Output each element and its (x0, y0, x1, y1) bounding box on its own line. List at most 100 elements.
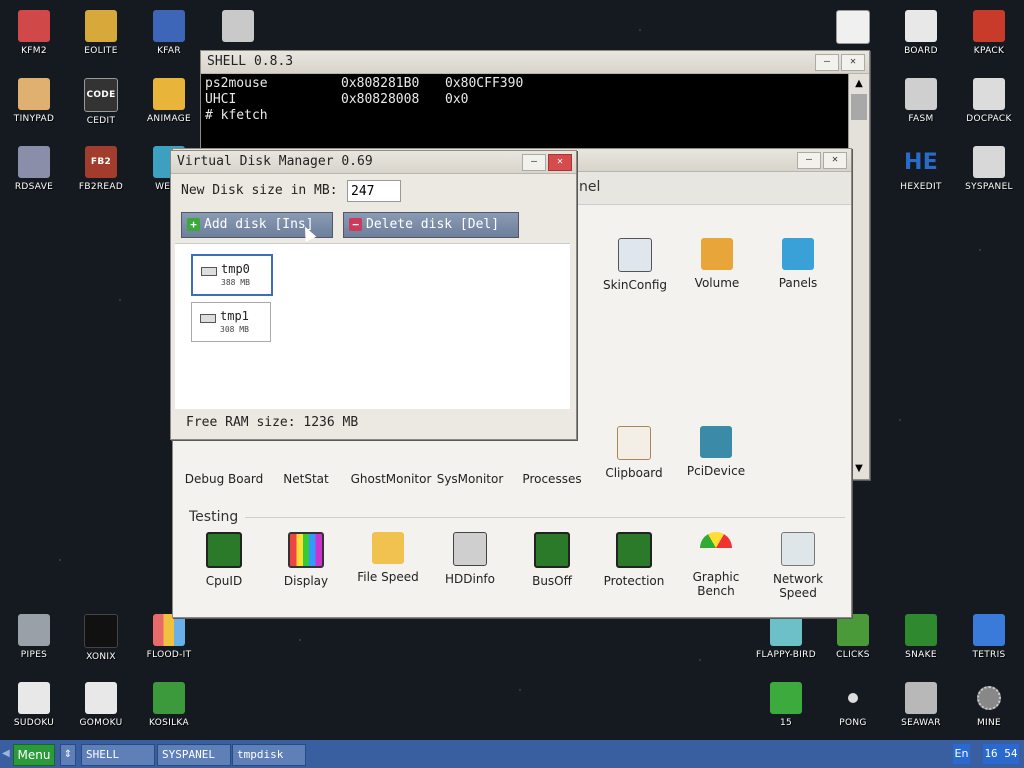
pipes-icon (18, 614, 50, 646)
syspanel-item-hddinfo[interactable]: HDDinfo (430, 532, 510, 586)
hammer-icon (973, 10, 1005, 42)
display-icon (288, 532, 324, 568)
bird-icon (770, 614, 802, 646)
syspanel-item-busoff[interactable]: BusOff (512, 532, 592, 588)
desktop-icon-tetris[interactable]: TETRIS (955, 614, 1023, 660)
scroll-down-icon[interactable]: ▼ (849, 459, 869, 479)
desktop-icon-eolite[interactable]: EOLITE (67, 10, 135, 56)
sudoku-icon (18, 682, 50, 714)
syspanel-item-ghostmonitor[interactable]: GhostMonitor (349, 434, 433, 486)
task-button-shell[interactable]: SHELL (81, 744, 155, 766)
syspanel-item-skinconfig[interactable]: SkinConfig (595, 238, 675, 292)
desktop-icon-kosilka[interactable]: KOSILKA (135, 682, 203, 728)
close-button[interactable]: ✕ (823, 152, 847, 169)
syspanel-item-cpuid[interactable]: CpuID (184, 532, 264, 588)
disk-item-tmp0[interactable]: tmp0 388 MB (191, 254, 273, 296)
hex-icon: HE (903, 149, 939, 175)
syspanel-item-volume[interactable]: Volume (677, 238, 757, 290)
syspanel-item-sysmonitor[interactable]: SysMonitor (430, 434, 510, 486)
vdm-title: Virtual Disk Manager 0.69 (177, 154, 373, 169)
terminal-prompt: # kfetch (205, 108, 268, 123)
scroll-up-icon[interactable]: ▲ (849, 74, 869, 94)
close-button[interactable]: ✕ (841, 54, 865, 71)
free-ram-status: Free RAM size: 1236 MB (186, 415, 359, 430)
desktop-icon-pong[interactable]: PONG (819, 682, 887, 728)
tetris-icon (973, 614, 1005, 646)
calculator-icon (222, 10, 254, 42)
desktop-icon-mine[interactable]: MINE (955, 682, 1023, 728)
desktop-icon-gears[interactable] (819, 10, 887, 48)
desktop-icon-15[interactable]: 15 (752, 682, 820, 728)
desktop-icon-animage[interactable]: ANIMAGE (135, 78, 203, 124)
close-button[interactable]: ✕ (548, 154, 572, 171)
desktop-icon-clicks[interactable]: CLICKS (819, 614, 887, 660)
syspanel-item-graphic-bench[interactable]: Graphic Bench (676, 532, 756, 598)
scroll-thumb[interactable] (851, 94, 867, 120)
desktop-icon-xonix[interactable]: XONIX (67, 614, 135, 662)
syspanel-item-processes[interactable]: Processes (512, 434, 592, 486)
disk-size-label: New Disk size in MB: (181, 183, 338, 198)
taskbar: ◀ Menu ⇕ SHELL SYSPANEL tmpdisk En 16 54 (0, 740, 1024, 768)
desktop-icon-board[interactable]: BOARD (887, 10, 955, 56)
syspanel-item-debug-board[interactable]: Debug Board (184, 434, 264, 486)
desktop-icon-flappy-bird[interactable]: FLAPPY-BIRD (752, 614, 820, 660)
desktop-icon-seawar[interactable]: SEAWAR (887, 682, 955, 728)
desktop-icon-cedit[interactable]: CODE CEDIT (67, 78, 135, 126)
shell-titlebar[interactable]: SHELL 0.8.3 — ✕ (201, 51, 869, 74)
desktop-icon-sudoku[interactable]: SUDOKU (0, 682, 68, 728)
language-indicator[interactable]: En (953, 744, 970, 764)
desktop-icon-syspanel[interactable]: SYSPANEL (955, 146, 1023, 192)
book-icon: FB2 (85, 146, 117, 178)
pci-card-icon (700, 426, 732, 458)
task-switch-icon[interactable]: ⇕ (60, 744, 76, 766)
download-icon (781, 532, 815, 566)
paint-icon (153, 78, 185, 110)
syspanel-item-clipboard[interactable]: Clipboard (594, 426, 674, 480)
desktop-icon-hexedit[interactable]: HE HEXEDIT (887, 146, 955, 193)
ship-icon (905, 682, 937, 714)
disk-list[interactable]: tmp0 388 MB tmp1 308 MB (175, 243, 570, 409)
desktop-icon-pipes[interactable]: PIPES (0, 614, 68, 660)
desktop-icon-snake[interactable]: SNAKE (887, 614, 955, 660)
sliders-icon (973, 146, 1005, 178)
desktop-icon-flood-it[interactable]: FLOOD-IT (135, 614, 203, 660)
clicks-icon (837, 614, 869, 646)
syspanel-item-file-speed[interactable]: File Speed (348, 532, 428, 584)
desktop-icon-gomoku[interactable]: GOMOKU (67, 682, 135, 728)
speaker-icon (701, 238, 733, 270)
disk-size-input[interactable] (347, 180, 401, 202)
desktop-icon-calc[interactable] (204, 10, 272, 46)
vdm-window[interactable]: Virtual Disk Manager 0.69 — ✕ New Disk s… (170, 150, 577, 440)
vdm-titlebar[interactable]: Virtual Disk Manager 0.69 — ✕ (171, 151, 576, 174)
desktop-icon-fb2read[interactable]: FB2 FB2READ (67, 146, 135, 192)
minimize-button[interactable]: — (815, 54, 839, 71)
syspanel-item-pcidevice[interactable]: PciDevice (676, 426, 756, 478)
disk-item-tmp1[interactable]: tmp1 308 MB (191, 302, 271, 342)
syspanel-item-panels[interactable]: Panels (758, 238, 838, 290)
desktop-icon-fasm[interactable]: FASM (887, 78, 955, 124)
task-button-syspanel[interactable]: SYSPANEL (157, 744, 231, 766)
pong-icon (837, 682, 869, 714)
minimize-button[interactable]: — (522, 154, 546, 171)
category-divider (245, 517, 845, 518)
desktop-icon-kfm2[interactable]: KFM2 (0, 10, 68, 56)
task-button-tmpdisk[interactable]: tmpdisk (232, 744, 306, 766)
skin-icon (618, 238, 652, 272)
minus-icon: − (349, 218, 362, 231)
syspanel-item-network-speed[interactable]: Network Speed (758, 532, 838, 600)
flood-it-icon (153, 614, 185, 646)
syspanel-item-netstat[interactable]: NetStat (266, 434, 346, 486)
desktop-icon-rdsave[interactable]: RDSAVE (0, 146, 68, 192)
desktop-icon-kpack[interactable]: KPACK (955, 10, 1023, 56)
delete-disk-button[interactable]: − Delete disk [Del] (343, 212, 519, 238)
mower-icon (153, 682, 185, 714)
syspanel-item-protection[interactable]: Protection (594, 532, 674, 588)
minimize-button[interactable]: — (797, 152, 821, 169)
taskbar-left-arrow-icon[interactable]: ◀ (2, 748, 10, 759)
menu-button[interactable]: Menu (13, 744, 55, 766)
syspanel-item-display[interactable]: Display (266, 532, 346, 588)
desktop-icon-kfar[interactable]: KFAR (135, 10, 203, 56)
plus-icon: + (187, 218, 200, 231)
desktop-icon-tinypad[interactable]: TINYPAD (0, 78, 68, 124)
desktop-icon-docpack[interactable]: DOCPACK (955, 78, 1023, 124)
